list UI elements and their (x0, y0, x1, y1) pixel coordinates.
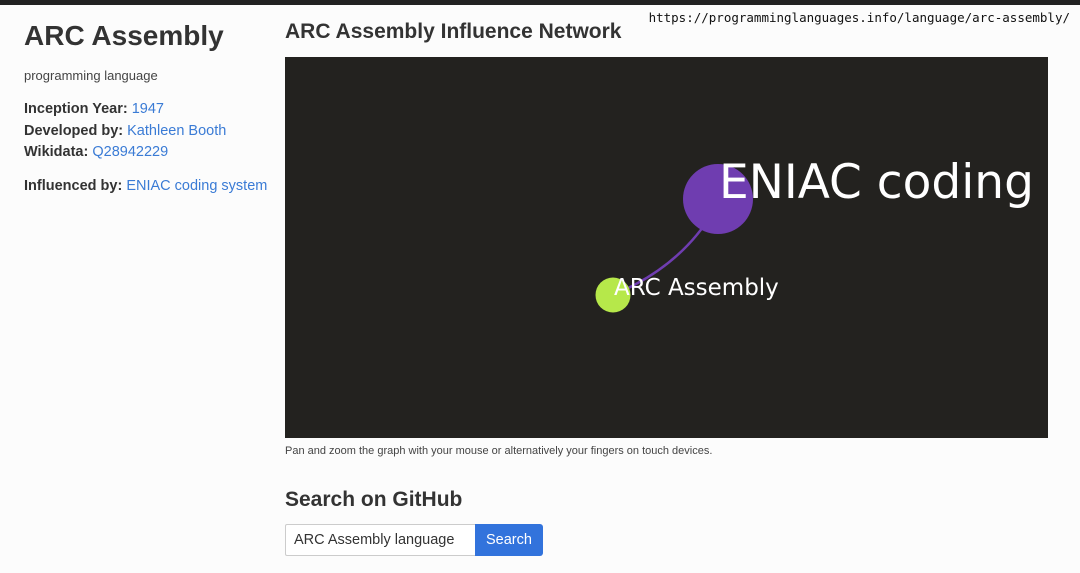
developer-link[interactable]: Kathleen Booth (127, 123, 226, 139)
main-content: ARC Assembly Influence Network ENIAC cod… (285, 20, 1048, 556)
graph-label-eniac: ENIAC coding s (719, 155, 1048, 210)
facts-list: Inception Year: 1947 Developed by: Kathl… (24, 99, 274, 164)
graph-svg[interactable]: ENIAC coding s ARC Assembly (285, 57, 1048, 438)
github-search-input[interactable] (285, 524, 475, 556)
network-title: ARC Assembly Influence Network (285, 20, 622, 43)
inception-row: Inception Year: 1947 (24, 99, 274, 121)
wikidata-row: Wikidata: Q28942229 (24, 142, 274, 164)
github-search-form: Search (285, 524, 543, 556)
language-subtitle: programming language (24, 68, 158, 83)
developer-row: Developed by: Kathleen Booth (24, 121, 274, 143)
language-title: ARC Assembly (24, 20, 224, 51)
influenced-row: Influenced by: ENIAC coding system (24, 178, 274, 194)
inception-year-link[interactable]: 1947 (132, 101, 164, 117)
sidebar: ARC Assembly programming language Incept… (24, 20, 274, 194)
developer-label: Developed by: (24, 122, 124, 139)
graph-label-arc-assembly: ARC Assembly (614, 275, 779, 301)
wikidata-link[interactable]: Q28942229 (92, 144, 168, 160)
wikidata-label: Wikidata: (24, 144, 89, 160)
graph-caption: Pan and zoom the graph with your mouse o… (285, 445, 713, 457)
github-search-button[interactable]: Search (475, 524, 543, 556)
influenced-link[interactable]: ENIAC coding system (126, 178, 267, 194)
github-title: Search on GitHub (285, 488, 463, 511)
inception-label: Inception Year: (24, 101, 128, 117)
influence-graph[interactable]: ENIAC coding s ARC Assembly (285, 57, 1048, 438)
influenced-label: Influenced by: (24, 177, 123, 194)
top-bar (0, 0, 1080, 5)
